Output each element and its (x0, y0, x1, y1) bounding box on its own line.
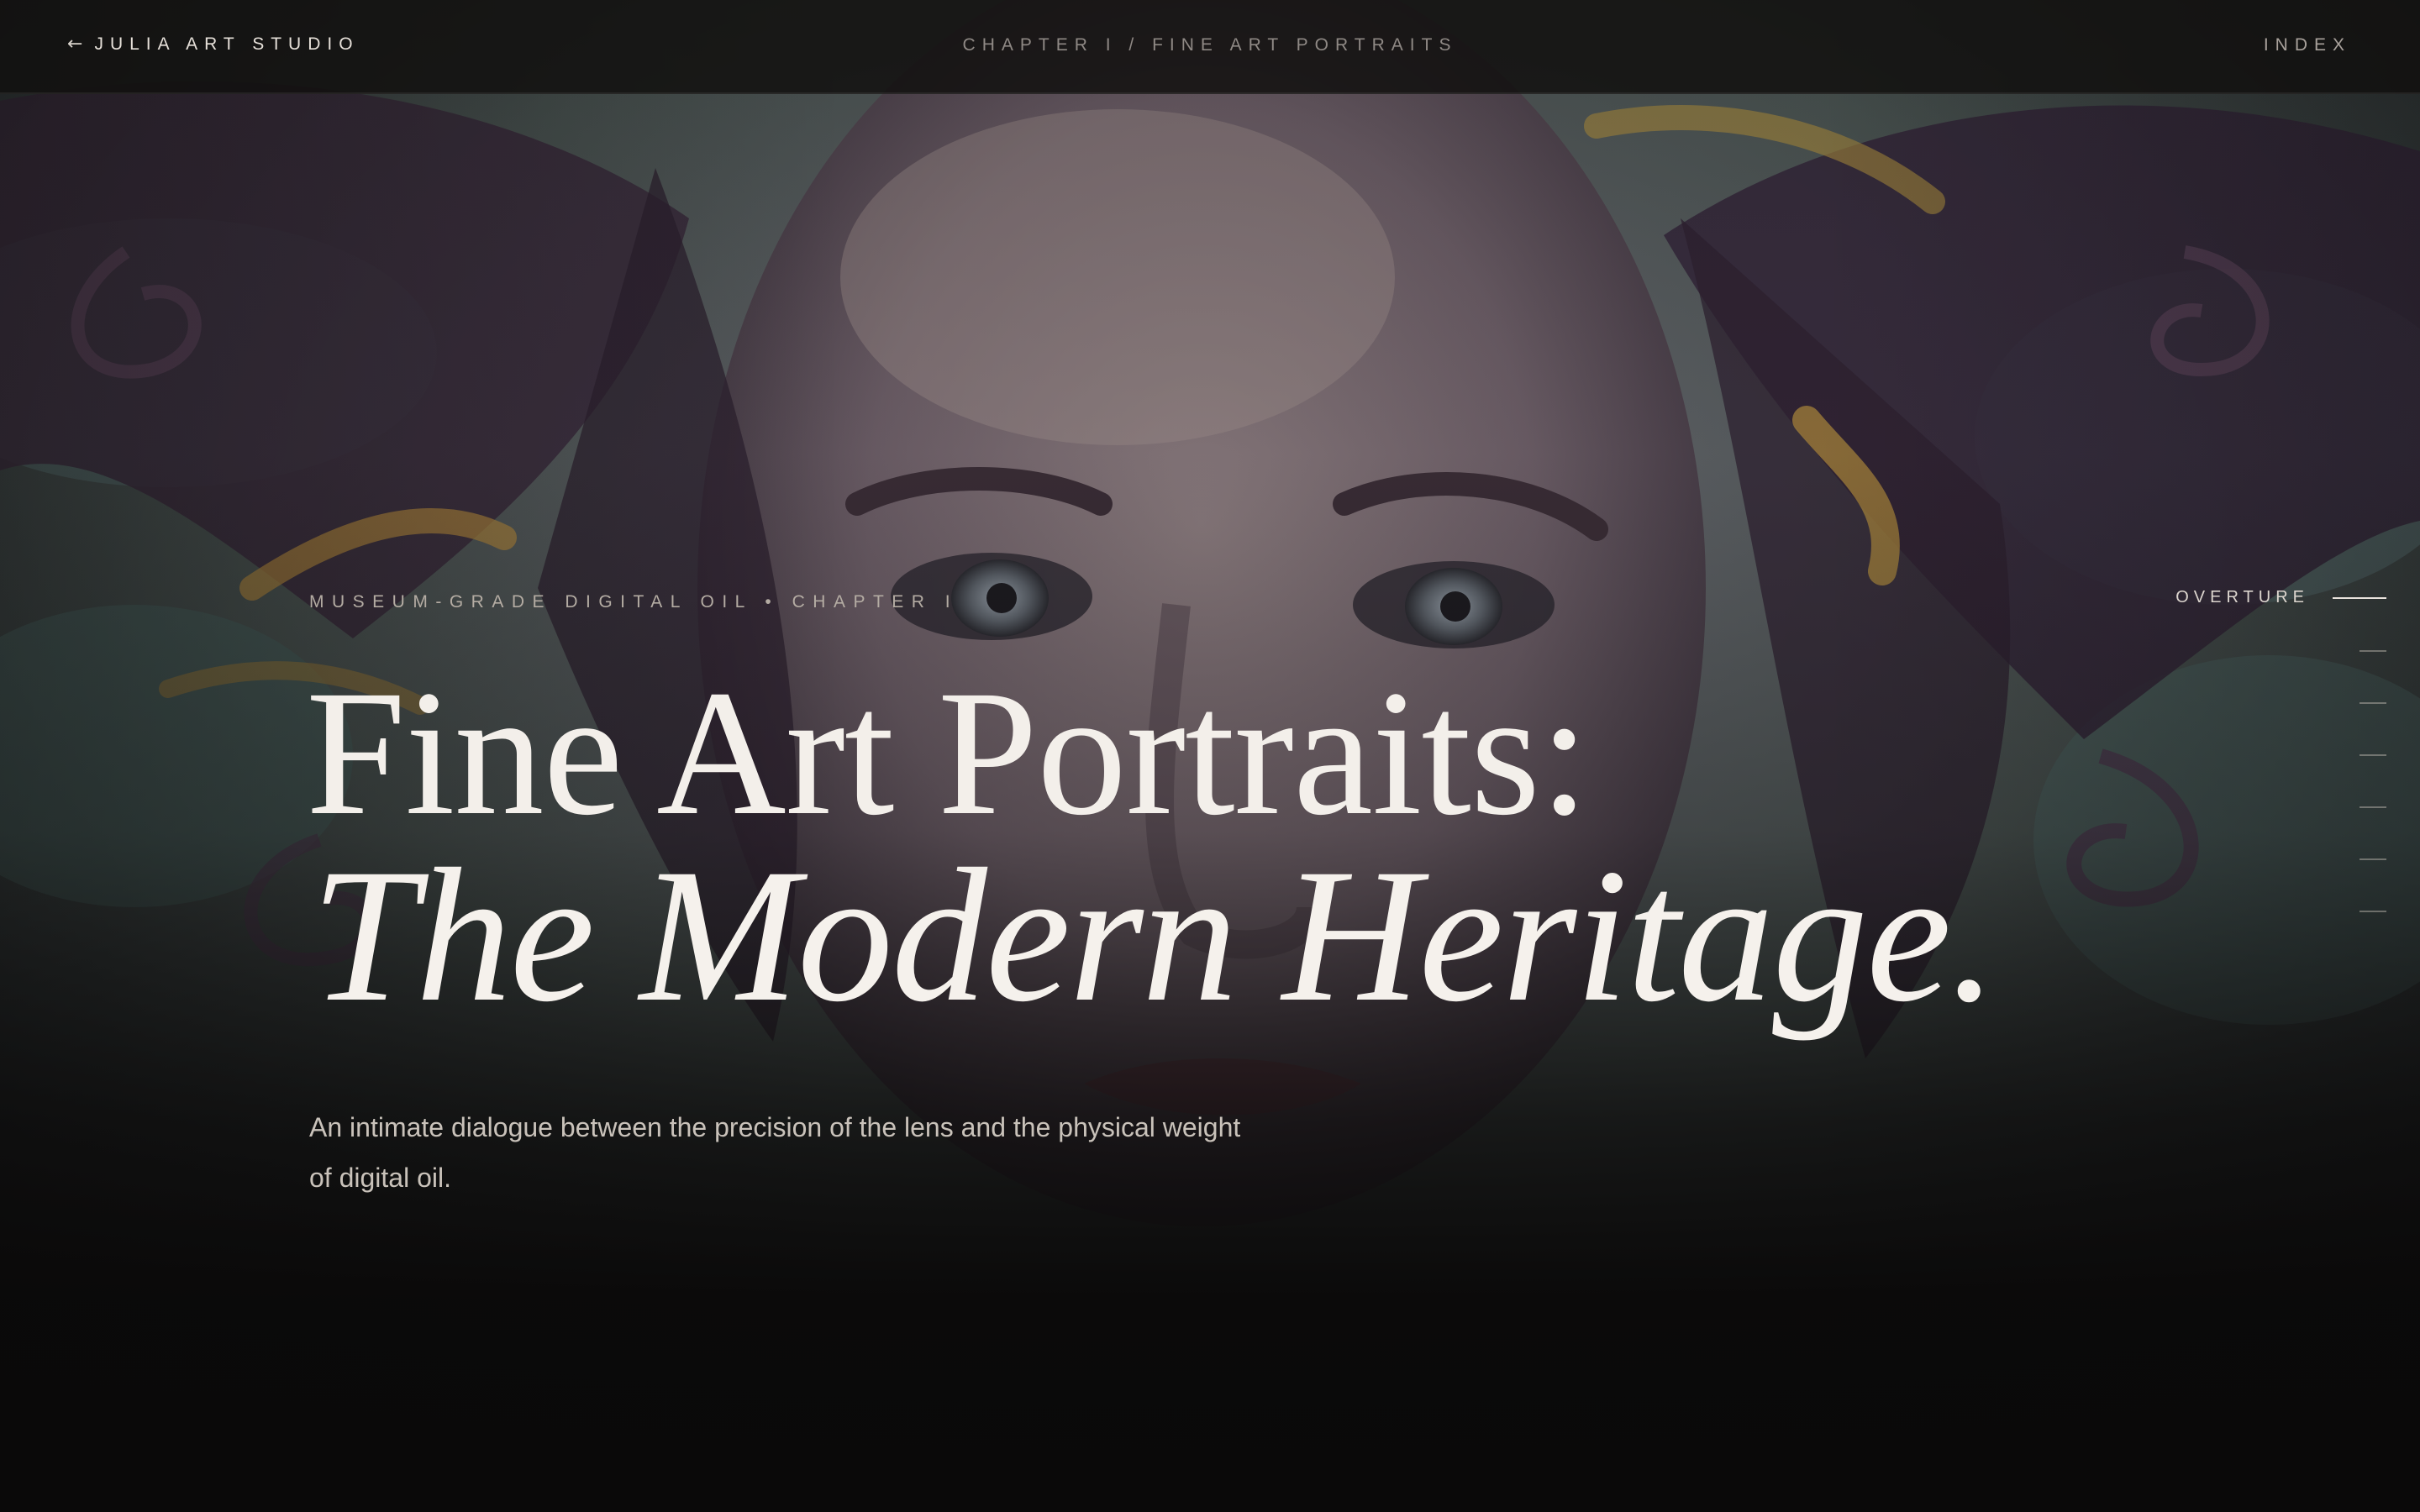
rail-tick-7[interactable] (2360, 911, 2386, 912)
chapter-breadcrumb: CHAPTER I / FINE ART PORTRAITS (962, 35, 1458, 55)
index-link[interactable]: INDEX (2264, 35, 2351, 55)
rail-tick-6[interactable] (2360, 858, 2386, 860)
hero-title-line-1: Fine Art Portraits: (306, 654, 1590, 853)
studio-name-label: JULIA ART STUDIO (94, 34, 360, 54)
hero-intro-text: An intimate dialogue between the precisi… (309, 1112, 1241, 1193)
top-navigation-bar: ← JULIA ART STUDIO CHAPTER I / FINE ART … (0, 0, 2420, 94)
hero-eyebrow: MUSEUM-GRADE DIGITAL OIL • CHAPTER I (309, 592, 959, 612)
rail-tick-5[interactable] (2360, 806, 2386, 808)
rail-active-indicator (2333, 596, 2386, 599)
arrow-left-icon: ← (67, 34, 83, 55)
hero-title-line-2: The Modern Heritage. (311, 830, 1997, 1042)
rail-tick-2[interactable] (2360, 650, 2386, 652)
rail-tick-4[interactable] (2360, 754, 2386, 756)
section-navigation-rail: OVERTURE (2134, 588, 2386, 924)
rail-active-label: OVERTURE (2175, 588, 2309, 606)
rail-tick-3[interactable] (2360, 702, 2386, 704)
rail-item-overture[interactable]: OVERTURE (2175, 588, 2386, 607)
back-to-studio-link[interactable]: ← JULIA ART STUDIO (67, 34, 360, 55)
